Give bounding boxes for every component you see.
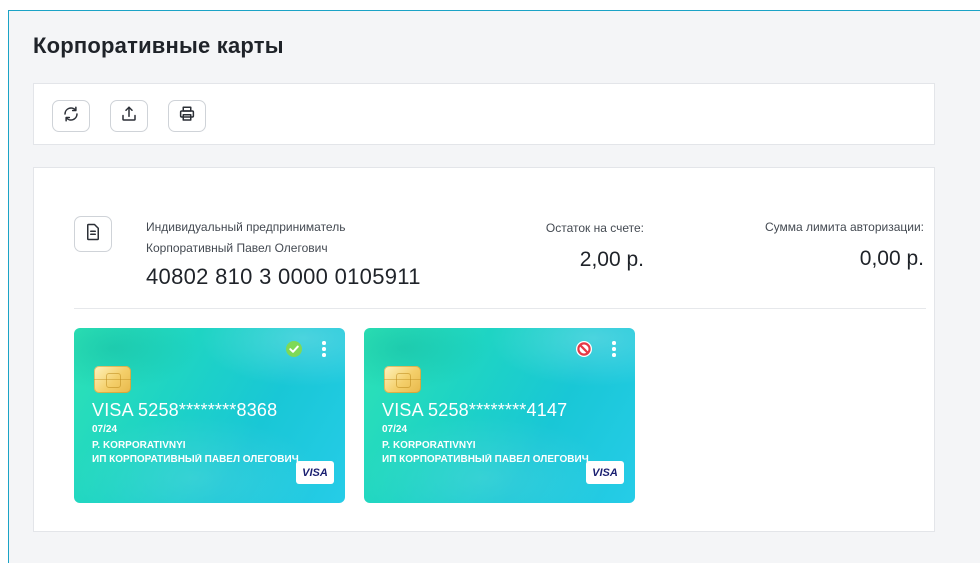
card-menu-button[interactable] (606, 338, 622, 360)
balance-value: 2,00 р. (579, 248, 644, 271)
card-number: VISA 5258********4147 (382, 400, 568, 420)
upload-icon (120, 105, 138, 128)
corporate-card[interactable]: VISA 5258********8368 07/24 P. KORPORATI… (74, 328, 345, 503)
balance-label: Остаток на счете: (545, 221, 644, 235)
export-button[interactable] (110, 100, 148, 132)
card-number: VISA 5258********8368 (92, 400, 278, 420)
card-company: ИП КОРПОРАТИВНЫЙ ПАВЕЛ ОЛЕГОВИЧ (382, 454, 589, 465)
card-holder: P. KORPORATIVNYI (382, 440, 476, 451)
visa-logo: VISA (296, 461, 334, 484)
account-number: 40802 810 3 0000 0105911 (146, 264, 421, 289)
account-owner-type: Индивидуальный предприниматель (146, 220, 346, 234)
statement-button[interactable] (74, 216, 112, 252)
card-holder: P. KORPORATIVNYI (92, 440, 186, 451)
content-frame: Корпоративные карты Индивидуальный предп… (8, 10, 980, 563)
refresh-icon (62, 105, 80, 128)
refresh-button[interactable] (52, 100, 90, 132)
print-button[interactable] (168, 100, 206, 132)
document-icon (85, 223, 101, 246)
corporate-card[interactable]: VISA 5258********4147 07/24 P. KORPORATI… (364, 328, 635, 503)
chip-icon (94, 366, 131, 393)
account-panel: Индивидуальный предприниматель Корпорати… (33, 167, 935, 532)
visa-logo: VISA (586, 461, 624, 484)
print-icon (178, 105, 196, 128)
auth-limit-value: 0,00 р. (859, 247, 924, 270)
auth-limit-label: Сумма лимита авторизации: (764, 220, 924, 234)
card-menu-button[interactable] (316, 338, 332, 360)
toolbar (33, 83, 935, 145)
card-expiry: 07/24 (92, 424, 118, 435)
chip-icon (384, 366, 421, 393)
blocked-icon (576, 341, 592, 357)
card-company: ИП КОРПОРАТИВНЫЙ ПАВЕЛ ОЛЕГОВИЧ (92, 454, 299, 465)
check-circle-icon (286, 341, 302, 357)
page-title: Корпоративные карты (33, 33, 284, 58)
card-expiry: 07/24 (382, 424, 408, 435)
divider (74, 308, 926, 309)
account-owner-name: Корпоративный Павел Олегович (146, 241, 328, 255)
